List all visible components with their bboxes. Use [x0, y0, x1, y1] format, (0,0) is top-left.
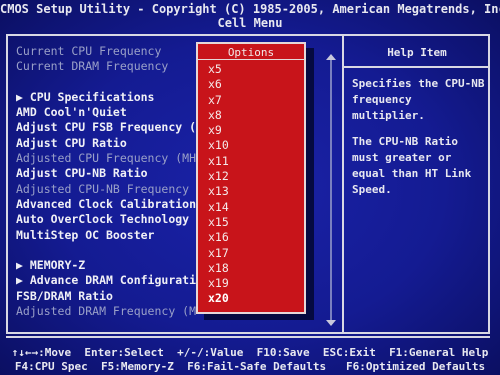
scroll-track[interactable] [330, 60, 332, 320]
option-item[interactable]: x6 [208, 77, 298, 92]
footer-keys-line2: F4:CPU Spec F5:Memory-Z F6:Fail-Safe Def… [14, 360, 486, 373]
page-title: Cell Menu [217, 16, 283, 30]
bios-screen: CMOS Setup Utility - Copyright (C) 1985-… [0, 0, 500, 375]
option-item[interactable]: x14 [208, 200, 298, 215]
menu-spacer [16, 75, 196, 90]
menu-item: Adjusted DRAM Frequency (MHz [16, 304, 196, 319]
menu-item[interactable]: ▶ CPU Specifications [16, 90, 196, 105]
option-item[interactable]: x19 [208, 276, 298, 291]
scrollbar[interactable] [326, 54, 336, 326]
footer-keys-line1: ↑↓←→:Move Enter:Select +/-/:Value F10:Sa… [11, 346, 489, 359]
menu-item: Current DRAM Frequency [16, 59, 169, 74]
option-item[interactable]: x20 [208, 291, 298, 306]
option-item[interactable]: x9 [208, 123, 298, 138]
menu-spacer [16, 243, 196, 258]
option-item[interactable]: x15 [208, 215, 298, 230]
help-text: Specifies the CPU-NB frequency multiplie… [352, 76, 486, 208]
menu-item[interactable]: Auto OverClock Technology [16, 212, 196, 227]
help-paragraph: Specifies the CPU-NB frequency multiplie… [352, 77, 485, 122]
option-item[interactable]: x8 [208, 108, 298, 123]
menu-item[interactable]: Advanced Clock Calibration [16, 197, 196, 212]
options-popup-divider [198, 59, 304, 60]
menu-item: Current CPU Frequency [16, 44, 162, 58]
option-item[interactable]: x7 [208, 93, 298, 108]
menu-item: Adjusted CPU-NB Frequency (M [16, 181, 196, 196]
option-item[interactable]: x11 [208, 154, 298, 169]
scroll-down-arrow-icon[interactable] [326, 320, 336, 326]
settings-menu: Current CPU Frequency Current DRAM Freque… [16, 44, 196, 319]
option-item[interactable]: x18 [208, 261, 298, 276]
option-item[interactable]: x17 [208, 246, 298, 261]
menu-item[interactable]: AMD Cool'n'Quiet [16, 105, 196, 120]
footer-divider [6, 336, 490, 338]
menu-item[interactable]: FSB/DRAM Ratio [16, 289, 196, 304]
menu-item[interactable]: ▶ Advance DRAM Configuration [16, 273, 196, 288]
options-popup-title: Options [227, 46, 275, 59]
option-item[interactable]: x13 [208, 184, 298, 199]
option-item[interactable]: x12 [208, 169, 298, 184]
panel-divider [342, 34, 344, 334]
menu-item[interactable]: Adjust CPU FSB Frequency (MH [16, 120, 196, 135]
menu-item[interactable]: MultiStep OC Booster [16, 228, 196, 243]
option-item[interactable]: x16 [208, 230, 298, 245]
help-divider [344, 66, 490, 68]
menu-item: Adjusted CPU Frequency (MHz) [16, 151, 196, 166]
help-title: Help Item [387, 46, 447, 59]
menu-item[interactable]: Adjust CPU-NB Ratio [16, 166, 196, 181]
options-popup[interactable]: Options x5 x6 x7 x8 x9 x10 x11 x12 x13 x14 x15 x16 x… [196, 42, 306, 314]
menu-item[interactable]: Adjust CPU Ratio [16, 136, 196, 151]
app-title: CMOS Setup Utility - Copyright (C) 1985-… [0, 2, 500, 16]
options-list: x5 x6 x7 x8 x9 x10 x11 x12 x13 x14 x15 x16 x17 x18 x19… [208, 62, 298, 307]
help-paragraph: The CPU-NB Ratio must greater or equal t… [352, 135, 472, 196]
menu-item[interactable]: ▶ MEMORY-Z [16, 258, 196, 273]
option-item[interactable]: x5 [208, 62, 298, 77]
option-item[interactable]: x10 [208, 138, 298, 153]
